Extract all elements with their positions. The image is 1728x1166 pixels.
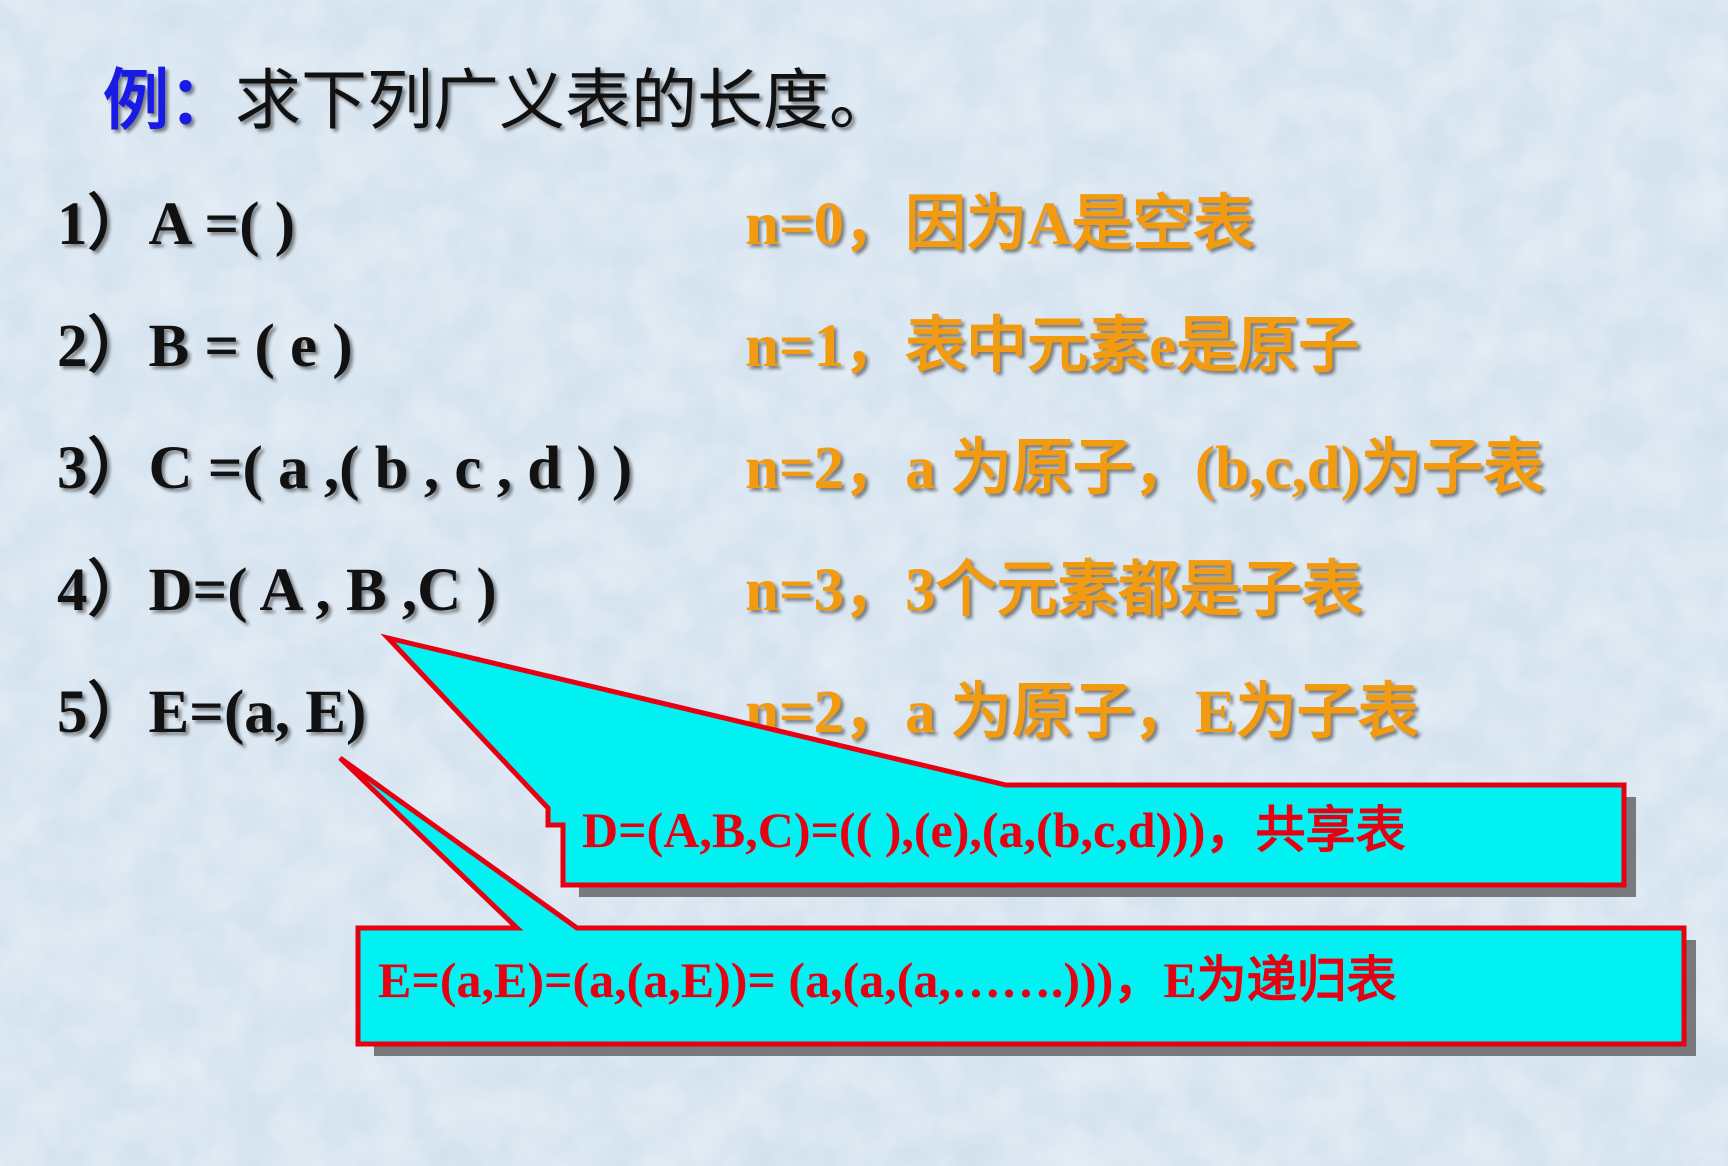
shared-list-callout-text: D=(A,B,C)=(( ),(e),(a,(b,c,d)))，共享表 <box>582 802 1406 858</box>
recursive-list-callout-text: E=(a,E)=(a,(a,E))= (a,(a,(a,…….)))，E为递归表 <box>378 952 1397 1008</box>
